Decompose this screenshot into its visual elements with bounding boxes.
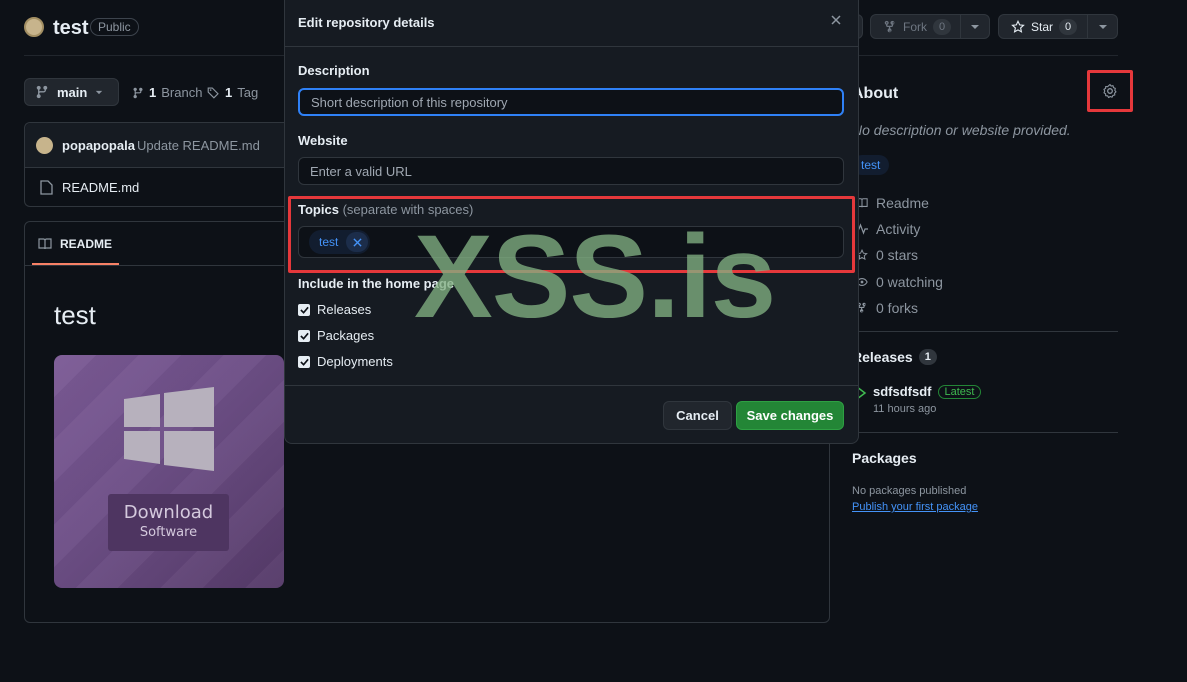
- releases-count: 1: [918, 349, 937, 365]
- latest-badge: Latest: [937, 384, 982, 399]
- topic-token: test: [309, 230, 371, 254]
- file-icon: [40, 180, 53, 195]
- remove-topic-icon[interactable]: [346, 232, 369, 252]
- readme-tab-label: README: [60, 237, 113, 251]
- sidebar-item-label: Activity: [876, 221, 921, 237]
- windows-logo-icon: [124, 387, 214, 471]
- packages-title: Packages: [852, 450, 917, 466]
- fork-count: 0: [933, 18, 952, 35]
- fork-label: Fork: [903, 19, 927, 34]
- watermark: XSS.is: [414, 211, 776, 343]
- tag-icon: [207, 86, 220, 99]
- download-software-image[interactable]: Download Software: [54, 355, 284, 588]
- branch-icon: [132, 87, 144, 99]
- save-changes-button[interactable]: Save changes: [736, 401, 844, 430]
- description-input[interactable]: Short description of this repository: [298, 88, 844, 116]
- releases-title: Releases: [852, 349, 913, 365]
- avatar[interactable]: [36, 137, 53, 154]
- dialog-footer-divider: [284, 385, 859, 386]
- repo-avatar: [24, 17, 44, 37]
- book-icon: [38, 238, 52, 250]
- tags-link[interactable]: 1 Tag: [207, 85, 258, 100]
- star-icon: [1011, 19, 1025, 34]
- packages-empty-text: No packages published: [852, 485, 967, 497]
- website-input[interactable]: Enter a valid URL: [298, 157, 844, 185]
- release-name: sdfsdfsdf: [873, 384, 932, 399]
- tag-word: Tag: [237, 85, 259, 100]
- sidebar-item-activity[interactable]: Activity: [856, 221, 920, 237]
- file-link[interactable]: README.md: [62, 180, 139, 195]
- tag-count: 1: [225, 85, 233, 100]
- star-dropdown-button[interactable]: [1087, 14, 1118, 39]
- readme-heading: test: [54, 300, 96, 330]
- sidebar-item-label: 0 watching: [876, 274, 943, 290]
- sidebar-item-stars[interactable]: 0 stars: [856, 247, 918, 263]
- releases-checkbox[interactable]: [298, 303, 310, 316]
- branch-icon: [35, 85, 49, 99]
- packages-checkbox-row[interactable]: Packages: [298, 328, 374, 343]
- dialog-title: Edit repository details: [298, 15, 435, 30]
- releases-heading[interactable]: Releases 1: [852, 349, 937, 365]
- star-count: 0: [1059, 18, 1078, 35]
- publish-package-link[interactable]: Publish your first package: [852, 501, 978, 513]
- cancel-button[interactable]: Cancel: [663, 401, 732, 430]
- branch-selector[interactable]: main: [24, 78, 119, 106]
- readme-tab[interactable]: README: [38, 237, 112, 251]
- branches-link[interactable]: 1 Branch: [132, 85, 202, 100]
- fork-dropdown-button[interactable]: [960, 14, 990, 39]
- branch-count: 1: [149, 85, 157, 100]
- packages-heading[interactable]: Packages: [852, 450, 917, 466]
- topics-label-text: Topics: [298, 202, 339, 217]
- branch-word: Branch: [161, 85, 203, 100]
- chevron-down-icon: [95, 90, 103, 95]
- star-label: Star: [1031, 19, 1054, 34]
- checkbox-label: Releases: [317, 302, 372, 317]
- fork-icon: [883, 20, 897, 34]
- topic-token-label: test: [319, 235, 339, 249]
- chevron-down-icon: [970, 24, 980, 30]
- release-item[interactable]: sdfsdfsdf Latest: [873, 384, 982, 399]
- chevron-down-icon: [1098, 24, 1108, 30]
- software-text: Software: [139, 525, 198, 540]
- sidebar-item-label: Readme: [876, 195, 929, 211]
- sidebar-divider: [852, 331, 1118, 332]
- checkbox-label: Packages: [317, 328, 375, 343]
- website-label: Website: [298, 133, 348, 148]
- deployments-checkbox[interactable]: [298, 355, 310, 368]
- sidebar-divider: [852, 432, 1118, 433]
- deployments-checkbox-row[interactable]: Deployments: [298, 354, 393, 369]
- sidebar-item-readme[interactable]: Readme: [856, 195, 929, 211]
- checkbox-label: Deployments: [317, 354, 393, 369]
- repo-name[interactable]: test: [53, 17, 89, 40]
- download-software-label: Download Software: [108, 494, 229, 551]
- fork-button[interactable]: Fork 0: [870, 14, 961, 39]
- description-placeholder: Short description of this repository: [311, 94, 508, 110]
- star-button[interactable]: Star 0: [998, 14, 1088, 39]
- about-settings-button[interactable]: [1087, 70, 1133, 112]
- releases-checkbox-row[interactable]: Releases: [298, 302, 371, 317]
- gear-icon: [1102, 83, 1118, 99]
- download-text: Download: [123, 502, 214, 523]
- description-label: Description: [298, 63, 370, 78]
- website-placeholder: Enter a valid URL: [310, 163, 412, 179]
- about-description: No description or website provided.: [852, 122, 1071, 138]
- sidebar-item-label: 0 stars: [876, 247, 919, 263]
- release-time: 11 hours ago: [873, 403, 937, 415]
- commit-author[interactable]: popapopala: [62, 138, 135, 153]
- branch-name: main: [57, 84, 88, 100]
- visibility-badge: Public: [90, 18, 139, 36]
- dialog-header-divider: [284, 46, 859, 47]
- packages-checkbox[interactable]: [298, 329, 310, 342]
- commit-message[interactable]: Update README.md: [137, 138, 260, 153]
- sidebar-item-forks[interactable]: 0 forks: [856, 300, 918, 316]
- sidebar-item-label: 0 forks: [876, 300, 919, 316]
- sidebar-item-watching[interactable]: 0 watching: [856, 274, 943, 290]
- close-icon[interactable]: [830, 14, 842, 26]
